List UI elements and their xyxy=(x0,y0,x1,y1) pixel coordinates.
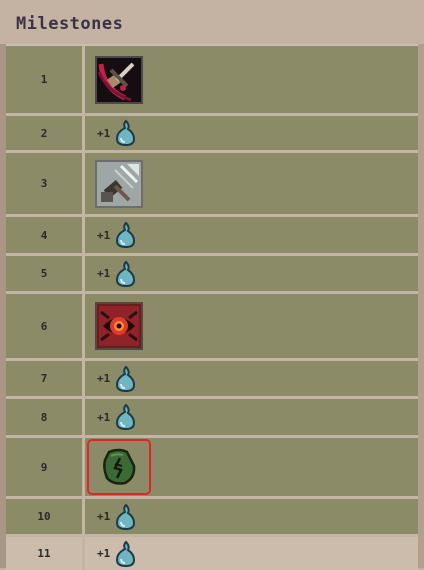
blade-strike-icon[interactable] xyxy=(95,55,143,104)
milestones-table: 1 2 +1 3 4 +1 5 +1 6 7 +1 8 +1 9 10 +1 1… xyxy=(6,44,418,570)
milestone-row: 9 xyxy=(6,438,418,499)
milestone-row: 5 +1 xyxy=(6,256,418,294)
reward-amount: +1 xyxy=(97,228,111,242)
milestone-level: 8 xyxy=(6,399,85,435)
milestones-header: Milestones xyxy=(0,0,424,45)
droplet-icon xyxy=(116,221,136,249)
milestone-reward: +1 xyxy=(85,256,418,291)
reward-amount: +1 xyxy=(97,510,111,523)
reward-amount: +1 xyxy=(97,410,111,424)
milestone-row: 2 +1 xyxy=(6,116,418,153)
reward-amount: +1 xyxy=(97,126,111,140)
milestone-reward: +1 xyxy=(85,116,418,150)
milestone-row: 10 +1 xyxy=(6,499,418,537)
hammer-strike-icon[interactable] xyxy=(95,159,143,208)
milestone-level: 7 xyxy=(6,361,85,396)
red-eye-icon[interactable] xyxy=(95,302,143,350)
milestone-row: 7 +1 xyxy=(6,361,418,399)
milestone-level: 2 xyxy=(6,116,85,150)
milestone-level: 3 xyxy=(6,153,85,214)
milestone-row: 11 +1 xyxy=(6,537,418,570)
milestone-reward xyxy=(85,46,418,113)
milestone-level: 5 xyxy=(6,256,85,291)
milestone-row: 6 xyxy=(6,294,418,361)
page-title: Milestones xyxy=(16,14,124,34)
milestone-row: 3 xyxy=(6,153,418,217)
milestone-level: 11 xyxy=(6,537,85,570)
milestone-row: 1 xyxy=(6,46,418,116)
milestone-reward: +1 xyxy=(85,361,418,396)
milestone-reward: +1 xyxy=(85,537,418,570)
milestone-row: 8 +1 xyxy=(6,399,418,438)
droplet-icon xyxy=(116,503,136,530)
reward-amount: +1 xyxy=(97,372,111,385)
reward-amount: +1 xyxy=(97,547,111,560)
milestone-level: 1 xyxy=(6,46,85,113)
milestone-reward xyxy=(85,153,418,214)
milestone-level: 4 xyxy=(6,217,85,253)
milestone-reward: +1 xyxy=(85,399,418,435)
milestone-reward xyxy=(85,294,418,358)
droplet-icon xyxy=(116,365,136,392)
highlight-box[interactable] xyxy=(87,439,151,495)
scrollbar-track[interactable] xyxy=(418,44,424,568)
milestone-level: 6 xyxy=(6,294,85,358)
droplet-icon xyxy=(116,119,136,147)
reward-amount: +1 xyxy=(97,267,111,280)
droplet-icon xyxy=(116,403,136,431)
milestone-level: 10 xyxy=(6,499,85,534)
droplet-icon xyxy=(116,540,136,567)
milestone-level: 9 xyxy=(6,438,85,496)
milestone-reward xyxy=(85,438,418,496)
milestone-reward: +1 xyxy=(85,499,418,534)
milestone-row: 4 +1 xyxy=(6,217,418,256)
green-rune-stone-icon xyxy=(103,448,136,485)
droplet-icon xyxy=(116,260,136,287)
milestone-reward: +1 xyxy=(85,217,418,253)
